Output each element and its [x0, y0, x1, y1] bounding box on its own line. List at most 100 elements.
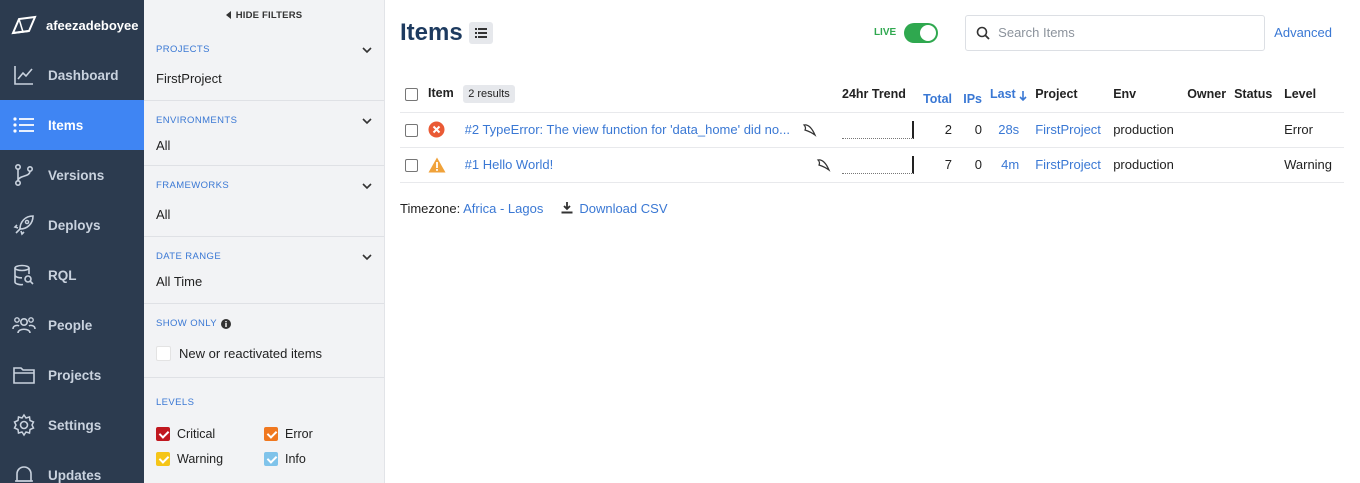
filter-value: All: [156, 207, 171, 222]
filter-value: All Time: [156, 274, 203, 289]
caret-left-icon: [225, 11, 231, 19]
level-critical-checkbox[interactable]: Critical: [156, 427, 264, 441]
column-total[interactable]: Total: [918, 77, 956, 113]
download-csv-link[interactable]: Download CSV: [579, 201, 667, 216]
row-checkbox[interactable]: [405, 159, 418, 173]
timezone-link[interactable]: Africa - Lagos: [463, 201, 543, 216]
filter-label: PROJECTS: [156, 44, 210, 55]
level-value: Error: [1280, 112, 1344, 148]
bell-icon: [15, 466, 33, 482]
timezone: Timezone: Africa - Lagos: [400, 201, 543, 216]
select-all-checkbox[interactable]: [405, 88, 418, 102]
table-row[interactable]: #2 TypeError: The view function for 'dat…: [400, 112, 1344, 148]
table-footer: Timezone: Africa - Lagos Download CSV: [400, 201, 1344, 216]
total-count: 7: [918, 147, 956, 183]
view-options-button[interactable]: [468, 21, 493, 44]
checkbox[interactable]: [156, 452, 170, 466]
nav-item-projects[interactable]: Projects: [0, 350, 144, 400]
filter-date-range[interactable]: DATE RANGE All Time: [144, 237, 384, 304]
filter-value: FirstProject: [156, 71, 222, 86]
chevron-down-icon[interactable]: [362, 181, 372, 191]
chart-line-icon: [14, 66, 33, 85]
chevron-down-icon[interactable]: [362, 45, 372, 55]
chevron-down-icon[interactable]: [362, 252, 372, 262]
info-icon[interactable]: [220, 318, 231, 329]
filter-label: DATE RANGE: [156, 251, 222, 262]
rocket-icon: [13, 215, 34, 236]
page-title: Items: [400, 18, 463, 46]
level-error-checkbox[interactable]: Error: [264, 427, 372, 441]
branch-icon: [14, 163, 34, 186]
filter-environments[interactable]: ENVIRONMENTS All: [144, 101, 384, 166]
project-link[interactable]: FirstProject: [1031, 112, 1110, 148]
column-ips[interactable]: IPs: [956, 77, 986, 113]
status-value: [1230, 147, 1281, 183]
items-table: Item 2 results 24hr Trend Total IPs Last…: [400, 77, 1344, 183]
filters-panel: HIDE FILTERS PROJECTS FirstProject ENVIR…: [144, 0, 385, 483]
column-project: Project: [1031, 77, 1110, 113]
column-item[interactable]: Item: [428, 86, 454, 100]
filter-projects[interactable]: PROJECTS FirstProject: [144, 30, 384, 101]
checkbox[interactable]: [264, 452, 278, 466]
warning-icon: [428, 157, 446, 173]
nav-item-deploys[interactable]: Deploys: [0, 200, 144, 250]
row-checkbox[interactable]: [405, 124, 418, 138]
timezone-label: Timezone:: [400, 200, 461, 216]
search-box[interactable]: [965, 14, 1266, 51]
item-title-link[interactable]: #2 TypeError: The view function for 'dat…: [465, 122, 790, 137]
column-last[interactable]: Last: [986, 77, 1032, 113]
nav-label: RQL: [48, 267, 77, 283]
nav-label: Settings: [48, 417, 102, 433]
checkbox-label: New or reactivated items: [179, 346, 323, 361]
results-count-badge: 2 results: [463, 85, 515, 104]
download-csv[interactable]: Download CSV: [561, 201, 667, 216]
filter-frameworks[interactable]: FRAMEWORKS All: [144, 166, 384, 237]
env-value: production: [1109, 147, 1184, 183]
search-input[interactable]: [998, 25, 1239, 40]
chevron-down-icon[interactable]: [362, 116, 372, 126]
nav-item-items[interactable]: Items: [0, 100, 144, 150]
filter-show-only: SHOW ONLY New or reactivated items: [144, 304, 384, 378]
live-toggle[interactable]: [904, 22, 939, 43]
nav-item-settings[interactable]: Settings: [0, 400, 144, 450]
database-search-icon: [14, 264, 34, 286]
nav-label: People: [48, 317, 93, 333]
last-seen-link[interactable]: 28s: [986, 112, 1032, 148]
column-trend: 24hr Trend: [838, 77, 918, 113]
table-header-row: Item 2 results 24hr Trend Total IPs Last…: [400, 77, 1344, 113]
checkbox[interactable]: [264, 427, 278, 441]
nav-item-people[interactable]: People: [0, 300, 144, 350]
flask-icon: [802, 123, 817, 137]
nav-item-versions[interactable]: Versions: [0, 150, 144, 200]
nav-item-dashboard[interactable]: Dashboard: [0, 50, 144, 100]
search-icon: [976, 26, 990, 40]
nav-label: Versions: [48, 167, 105, 183]
level-warning-checkbox[interactable]: Warning: [156, 452, 264, 466]
checkbox[interactable]: [156, 346, 171, 361]
column-owner: Owner: [1183, 77, 1231, 113]
nav-item-updates[interactable]: 1 Updates: [0, 450, 144, 483]
trend-sparkline: [842, 155, 914, 174]
brand[interactable]: afeezadeboyee: [0, 0, 144, 50]
env-value: production: [1109, 112, 1184, 148]
advanced-search-link[interactable]: Advanced: [1274, 25, 1332, 40]
nav-label: Projects: [48, 367, 102, 383]
checkbox[interactable]: [156, 427, 170, 441]
last-seen-link[interactable]: 4m: [986, 147, 1032, 183]
hide-filters-button[interactable]: HIDE FILTERS: [144, 0, 384, 30]
logo-icon: [11, 15, 37, 35]
list-icon: [474, 27, 487, 38]
new-reactivated-checkbox[interactable]: New or reactivated items: [156, 346, 372, 361]
item-title-link[interactable]: #1 Hello World!: [465, 157, 805, 172]
hide-filters-label: HIDE FILTERS: [235, 9, 303, 21]
list-icon: [13, 117, 34, 133]
project-link[interactable]: FirstProject: [1031, 147, 1110, 183]
download-icon: [561, 202, 573, 214]
ips-count: 0: [956, 112, 986, 148]
status-value: [1230, 112, 1281, 148]
nav-label: Deploys: [48, 217, 101, 233]
nav-item-rql[interactable]: RQL: [0, 250, 144, 300]
trend-sparkline: [842, 120, 914, 139]
table-row[interactable]: #1 Hello World! 7 0 4m FirstProject prod…: [400, 147, 1344, 183]
level-info-checkbox[interactable]: Info: [264, 452, 372, 466]
